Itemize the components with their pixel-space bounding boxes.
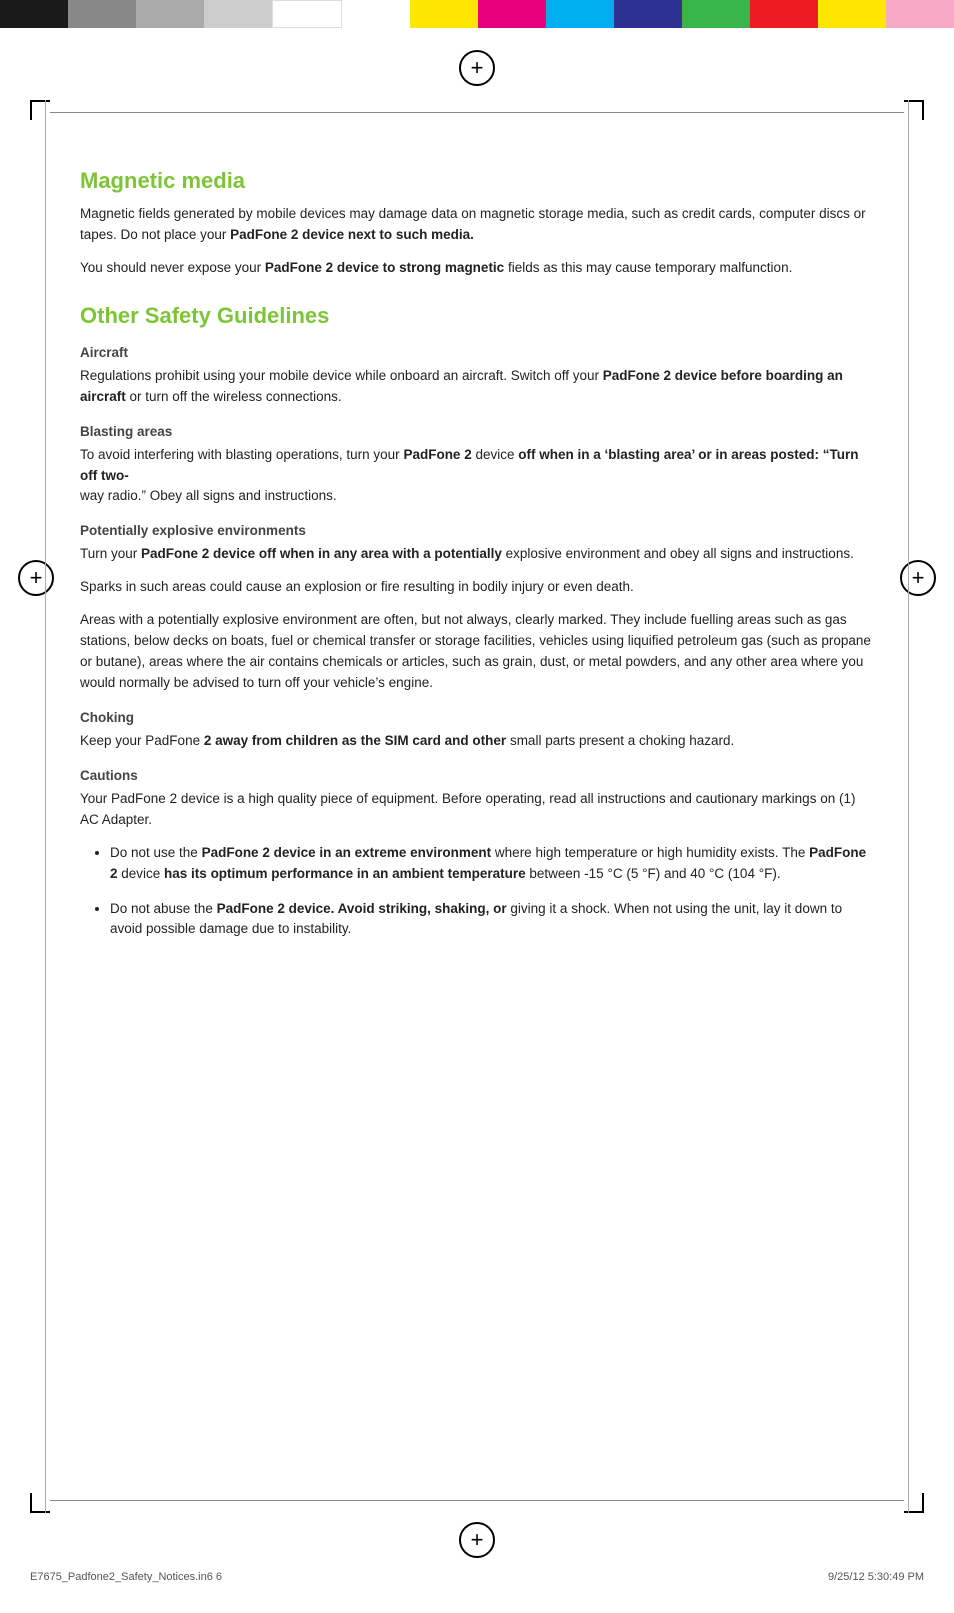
- reg-corner-tr: [904, 100, 924, 120]
- explosive-para1-bold: PadFone 2 device off when in any area wi…: [141, 546, 502, 561]
- blasting-end: way radio.” Obey all signs and instructi…: [80, 488, 337, 503]
- magnetic-para2: You should never expose your PadFone 2 d…: [80, 258, 874, 279]
- reg-corner-tl: [30, 100, 50, 120]
- color-seg-yellow: [410, 0, 478, 28]
- color-seg-gray2: [136, 0, 204, 28]
- color-seg-cyan: [546, 0, 614, 28]
- color-seg-green: [682, 0, 750, 28]
- bullet1-bold1: PadFone 2 device in an extreme environme…: [202, 845, 492, 860]
- crosshair-top: [459, 50, 495, 86]
- magnetic-para2-text: You should never expose your: [80, 260, 265, 275]
- color-seg-magenta: [478, 0, 546, 28]
- color-bar: [0, 0, 954, 28]
- explosive-para2: Sparks in such areas could cause an expl…: [80, 577, 874, 598]
- cautions-bullet-list: Do not use the PadFone 2 device in an ex…: [110, 843, 874, 941]
- choking-start: Keep your PadFone: [80, 733, 204, 748]
- bullet1-start: Do not use the: [110, 845, 202, 860]
- aircraft-para-start: Regulations prohibit using your mobile d…: [80, 368, 603, 383]
- aircraft-para: Regulations prohibit using your mobile d…: [80, 366, 874, 408]
- h-line-bottom: [50, 1500, 904, 1501]
- bullet1-bold3: has its optimum performance in an ambien…: [164, 866, 526, 881]
- reg-corner-br: [904, 1493, 924, 1513]
- crosshair-right: [900, 560, 936, 596]
- reg-corner-bl: [30, 1493, 50, 1513]
- v-line-right: [908, 100, 909, 1513]
- color-seg-black1: [0, 0, 68, 28]
- sub-heading-blasting: Blasting areas: [80, 424, 874, 439]
- aircraft-para-end: or turn off the wireless connections.: [126, 389, 342, 404]
- color-seg-gray3: [204, 0, 272, 28]
- footer: E7675_Padfone2_Safety_Notices.in6 6 9/25…: [0, 1571, 954, 1583]
- blasting-bold1: PadFone 2: [403, 447, 471, 462]
- bullet1-end: between -15 °C (5 °F) and 40 °C (104 °F)…: [526, 866, 781, 881]
- blasting-para: To avoid interfering with blasting opera…: [80, 445, 874, 508]
- bullet2-bold1: PadFone 2 device. Avoid striking, shakin…: [217, 901, 507, 916]
- crosshair-left: [18, 560, 54, 596]
- choking-end: small parts present a choking hazard.: [506, 733, 734, 748]
- blasting-start: To avoid interfering with blasting opera…: [80, 447, 403, 462]
- explosive-para1-start: Turn your: [80, 546, 141, 561]
- blasting-mid: device: [472, 447, 519, 462]
- section-heading-safety: Other Safety Guidelines: [80, 303, 874, 329]
- explosive-para1: Turn your PadFone 2 device off when in a…: [80, 544, 874, 565]
- magnetic-para1: Magnetic fields generated by mobile devi…: [80, 204, 874, 246]
- sub-heading-explosive: Potentially explosive environments: [80, 523, 874, 538]
- footer-right: 9/25/12 5:30:49 PM: [828, 1571, 924, 1583]
- magnetic-para1-bold: PadFone 2 device next to such media.: [230, 227, 474, 242]
- color-seg-yellow2: [818, 0, 886, 28]
- sub-heading-aircraft: Aircraft: [80, 345, 874, 360]
- color-seg-navy: [614, 0, 682, 28]
- color-seg-red: [750, 0, 818, 28]
- choking-para: Keep your PadFone 2 away from children a…: [80, 731, 874, 752]
- v-line-left: [45, 100, 46, 1513]
- color-seg-white: [272, 0, 342, 28]
- explosive-para1-end: explosive environment and obey all signs…: [502, 546, 854, 561]
- section-heading-magnetic: Magnetic media: [80, 168, 874, 194]
- magnetic-para2-bold: PadFone 2 device to strong magnetic: [265, 260, 504, 275]
- main-content: Magnetic media Magnetic fields generated…: [80, 168, 874, 940]
- bullet1-mid2: device: [118, 866, 165, 881]
- explosive-para3: Areas with a potentially explosive envir…: [80, 610, 874, 694]
- footer-left: E7675_Padfone2_Safety_Notices.in6 6: [30, 1571, 222, 1583]
- color-seg-white2: [342, 0, 410, 28]
- bullet-item-1: Do not use the PadFone 2 device in an ex…: [110, 843, 874, 885]
- choking-bold: 2 away from children as the SIM card and…: [204, 733, 506, 748]
- color-seg-gray1: [68, 0, 136, 28]
- magnetic-para2-end: fields as this may cause temporary malfu…: [504, 260, 792, 275]
- color-seg-pink: [886, 0, 954, 28]
- sub-heading-choking: Choking: [80, 710, 874, 725]
- sub-heading-cautions: Cautions: [80, 768, 874, 783]
- cautions-para1: Your PadFone 2 device is a high quality …: [80, 789, 874, 831]
- h-line-top: [50, 112, 904, 113]
- bullet2-start: Do not abuse the: [110, 901, 217, 916]
- bullet-item-2: Do not abuse the PadFone 2 device. Avoid…: [110, 899, 874, 941]
- crosshair-bottom: [459, 1522, 495, 1558]
- bullet1-mid: where high temperature or high humidity …: [491, 845, 809, 860]
